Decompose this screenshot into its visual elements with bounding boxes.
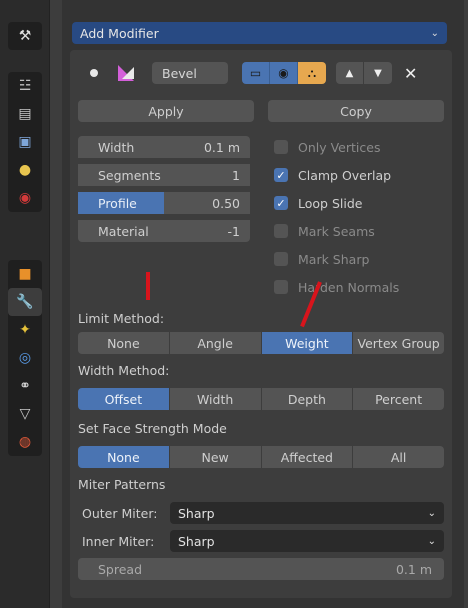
modifier-panel: Add Modifier ⌄ Bevel ▭ ◉ ⛬ ▲ ▼ ✕ Apply C… xyxy=(62,0,464,608)
face-strength-all[interactable]: All xyxy=(353,446,444,468)
width-method-depth[interactable]: Depth xyxy=(261,388,354,410)
miter-patterns-label: Miter Patterns xyxy=(78,476,166,492)
loop-slide-label: Loop Slide xyxy=(298,195,363,211)
limit-method-none[interactable]: None xyxy=(78,332,170,354)
object-tab-group: ■ 🔧 ✦ ◎ ⚭ ▽ ◍ xyxy=(8,260,42,456)
modifier-icon[interactable]: 🔧 xyxy=(8,288,42,316)
move-up-icon[interactable]: ▲ xyxy=(336,62,364,84)
segments-label: Segments xyxy=(98,167,161,183)
face-strength-affected[interactable]: Affected xyxy=(261,446,354,468)
outer-miter-value: Sharp xyxy=(178,505,215,521)
segments-field[interactable]: Segments 1 xyxy=(78,164,250,186)
face-strength-none[interactable]: None xyxy=(78,446,170,468)
editmode-display-icon[interactable]: ◉ xyxy=(270,62,298,84)
realtime-display-icon[interactable]: ▭ xyxy=(242,62,270,84)
mark-seams-label: Mark Seams xyxy=(298,223,375,239)
bevel-modifier-box: Bevel ▭ ◉ ⛬ ▲ ▼ ✕ Apply Copy Width 0.1 m… xyxy=(70,50,452,598)
inner-miter-value: Sharp xyxy=(178,533,215,549)
width-method-percent[interactable]: Percent xyxy=(353,388,444,410)
object-icon[interactable]: ■ xyxy=(8,260,42,288)
limit-method-vertex-group[interactable]: Vertex Group xyxy=(353,332,444,354)
width-label: Width xyxy=(98,139,135,155)
render-display-icon[interactable]: ⛬ xyxy=(298,62,326,84)
spread-field[interactable]: Spread 0.1 m xyxy=(78,558,444,580)
width-field[interactable]: Width 0.1 m xyxy=(78,136,250,158)
segments-value: 1 xyxy=(232,167,240,183)
profile-slider[interactable]: Profile 0.50 xyxy=(78,192,250,214)
mark-seams-checkbox[interactable]: Mark Seams xyxy=(274,220,375,242)
outer-miter-label: Outer Miter: xyxy=(82,505,158,521)
scene-tab-group: ☳ ▤ ▣ ● ◉ xyxy=(8,72,42,212)
material-label: Material xyxy=(98,223,149,239)
inner-miter-dropdown[interactable]: Sharp ⌄ xyxy=(170,530,444,552)
collapse-toggle-icon[interactable] xyxy=(90,69,98,77)
material-value: -1 xyxy=(227,223,240,239)
material-field[interactable]: Material -1 xyxy=(78,220,250,242)
only-vertices-label: Only Vertices xyxy=(298,139,381,155)
bevel-modifier-icon xyxy=(118,65,136,81)
width-method-width[interactable]: Width xyxy=(169,388,262,410)
limit-method-weight[interactable]: Weight xyxy=(261,332,354,354)
face-strength-selector: None New Affected All xyxy=(78,446,444,468)
face-strength-new[interactable]: New xyxy=(169,446,262,468)
visibility-toggles: ▭ ◉ ⛬ xyxy=(242,62,326,84)
world-icon[interactable]: ◉ xyxy=(8,184,42,212)
harden-normals-checkbox[interactable]: Harden Normals xyxy=(274,276,399,298)
limit-method-selector: None Angle Weight Vertex Group xyxy=(78,332,444,354)
checkbox-unchecked-icon xyxy=(274,224,288,238)
chevron-down-icon: ⌄ xyxy=(427,535,436,547)
render-icon[interactable]: ☳ xyxy=(8,72,42,100)
output-icon[interactable]: ▤ xyxy=(8,100,42,128)
checkmark-icon: ✓ xyxy=(274,196,288,210)
spread-value: 0.1 m xyxy=(395,561,432,577)
view-layer-icon[interactable]: ▣ xyxy=(8,128,42,156)
particles-icon[interactable]: ✦ xyxy=(8,316,42,344)
constraints-icon[interactable]: ⚭ xyxy=(8,372,42,400)
mark-sharp-label: Mark Sharp xyxy=(298,251,370,267)
physics-icon[interactable]: ◎ xyxy=(8,344,42,372)
chevron-down-icon: ⌄ xyxy=(427,507,436,519)
properties-tab-sidebar: ⚒ ☳ ▤ ▣ ● ◉ ■ 🔧 ✦ ◎ ⚭ ▽ ◍ xyxy=(0,0,50,608)
outer-miter-dropdown[interactable]: Sharp ⌄ xyxy=(170,502,444,524)
apply-button[interactable]: Apply xyxy=(78,100,254,122)
spread-label: Spread xyxy=(98,561,143,577)
clamp-overlap-label: Clamp Overlap xyxy=(298,167,392,183)
checkbox-unchecked-icon xyxy=(274,252,288,266)
limit-method-label: Limit Method: xyxy=(78,310,165,326)
inner-miter-row: Inner Miter: Sharp ⌄ xyxy=(78,530,444,552)
outer-miter-row: Outer Miter: Sharp ⌄ xyxy=(78,502,444,524)
scene-icon[interactable]: ● xyxy=(8,156,42,184)
checkbox-unchecked-icon xyxy=(274,280,288,294)
width-method-offset[interactable]: Offset xyxy=(78,388,170,410)
chevron-down-icon: ⌄ xyxy=(430,27,439,39)
width-method-label: Width Method: xyxy=(78,362,170,378)
clamp-overlap-checkbox[interactable]: ✓ Clamp Overlap xyxy=(274,164,391,186)
inner-miter-label: Inner Miter: xyxy=(82,533,155,549)
checkmark-icon: ✓ xyxy=(274,168,288,182)
width-method-selector: Offset Width Depth Percent xyxy=(78,388,444,410)
limit-method-angle[interactable]: Angle xyxy=(169,332,262,354)
add-modifier-label: Add Modifier xyxy=(80,25,159,41)
loop-slide-checkbox[interactable]: ✓ Loop Slide xyxy=(274,192,362,214)
annotation-mark-left xyxy=(146,272,150,300)
face-strength-label: Set Face Strength Mode xyxy=(78,420,227,436)
profile-value: 0.50 xyxy=(212,195,240,211)
remove-modifier-icon[interactable]: ✕ xyxy=(404,64,417,83)
width-value: 0.1 m xyxy=(203,139,240,155)
move-down-icon[interactable]: ▼ xyxy=(364,62,392,84)
modifier-header: Bevel ▭ ◉ ⛬ ▲ ▼ ✕ xyxy=(76,58,446,88)
copy-button[interactable]: Copy xyxy=(268,100,444,122)
move-buttons: ▲ ▼ xyxy=(336,62,392,84)
mark-sharp-checkbox[interactable]: Mark Sharp xyxy=(274,248,369,270)
add-modifier-dropdown[interactable]: Add Modifier ⌄ xyxy=(72,22,447,44)
tool-icon[interactable]: ⚒ xyxy=(8,22,42,50)
data-icon[interactable]: ▽ xyxy=(8,400,42,428)
material-icon[interactable]: ◍ xyxy=(8,428,42,456)
only-vertices-checkbox[interactable]: Only Vertices xyxy=(274,136,380,158)
profile-label: Profile xyxy=(98,195,137,211)
modifier-name-field[interactable]: Bevel xyxy=(152,62,228,84)
checkbox-unchecked-icon xyxy=(274,140,288,154)
tool-tab-group: ⚒ xyxy=(8,22,42,50)
